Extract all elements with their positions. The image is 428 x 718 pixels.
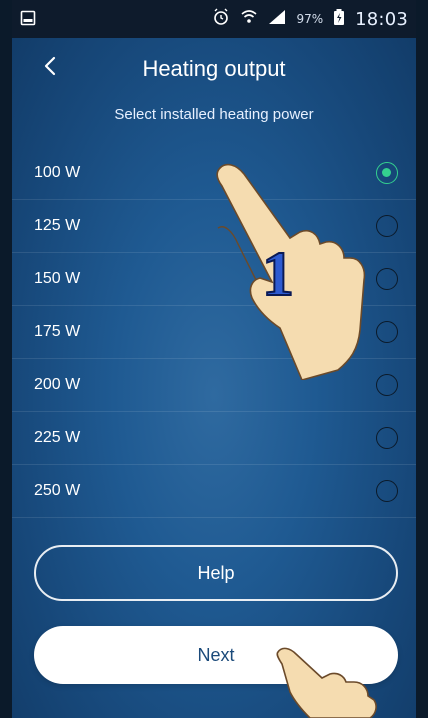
- wifi-icon: [240, 8, 258, 30]
- option-250w[interactable]: 250 W: [12, 465, 416, 518]
- radio-button-selected[interactable]: [376, 162, 398, 184]
- clock: 18:03: [355, 8, 408, 30]
- option-label: 125 W: [34, 217, 81, 234]
- radio-button[interactable]: [376, 215, 398, 237]
- option-150w[interactable]: 150 W: [12, 253, 416, 306]
- option-label: 200 W: [34, 376, 81, 393]
- option-100w[interactable]: 100 W: [12, 147, 416, 200]
- option-label: 225 W: [34, 429, 81, 446]
- option-label: 150 W: [34, 270, 81, 287]
- status-bar: 97% 18:03: [12, 0, 416, 38]
- option-label: 250 W: [34, 482, 81, 499]
- radio-button[interactable]: [376, 374, 398, 396]
- screen-icon: [20, 10, 36, 26]
- page-subtitle: Select installed heating power: [114, 106, 314, 123]
- option-200w[interactable]: 200 W: [12, 359, 416, 412]
- heating-power-list: 100 W 125 W 150 W 175 W 200 W 225 W 250 …: [12, 147, 416, 518]
- battery-icon: [333, 8, 345, 30]
- option-175w[interactable]: 175 W: [12, 306, 416, 359]
- option-125w[interactable]: 125 W: [12, 200, 416, 253]
- app-screen: 97% 18:03 Heating output Select installe…: [12, 0, 416, 718]
- radio-button[interactable]: [376, 321, 398, 343]
- alarm-icon: [212, 8, 230, 30]
- radio-button[interactable]: [376, 268, 398, 290]
- battery-percent: 97%: [296, 12, 324, 26]
- next-button[interactable]: Next: [34, 626, 398, 684]
- option-225w[interactable]: 225 W: [12, 412, 416, 465]
- option-label: 100 W: [34, 164, 81, 181]
- signal-icon: [268, 9, 286, 29]
- option-label: 175 W: [34, 323, 81, 340]
- page-title: Heating output: [142, 56, 286, 81]
- help-button[interactable]: Help: [34, 545, 398, 601]
- radio-button[interactable]: [376, 427, 398, 449]
- status-icons: 97% 18:03: [212, 8, 408, 30]
- radio-button[interactable]: [376, 480, 398, 502]
